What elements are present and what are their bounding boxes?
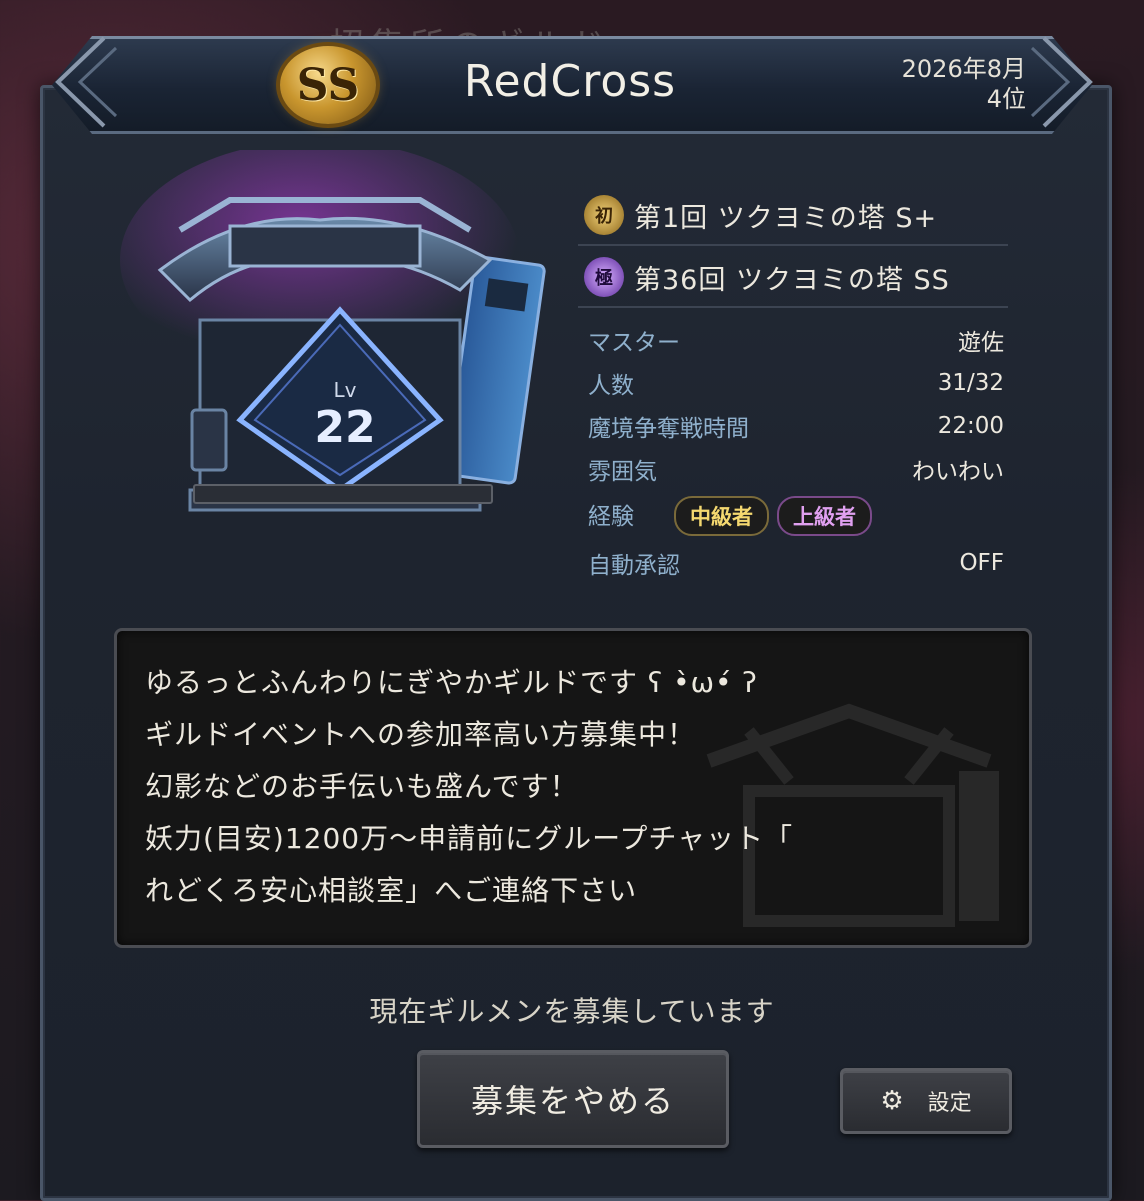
info-label: 雰囲気 xyxy=(588,459,657,485)
banner-right-ornament xyxy=(1030,36,1093,128)
emblem-watermark-icon xyxy=(706,703,999,927)
info-label: 魔境争奪戦時間 xyxy=(588,416,749,442)
info-value: わいわい xyxy=(912,459,1004,485)
level-exp-bar xyxy=(193,484,493,504)
info-value: OFF xyxy=(959,550,1004,576)
info-label: 経験 xyxy=(588,504,634,530)
info-row-auto-approve: 自動承認 OFF xyxy=(588,543,1004,583)
stop-recruiting-label: 募集をやめる xyxy=(470,1082,675,1120)
tower-record-text: 第36回 ツクヨミの塔 SS xyxy=(634,264,950,296)
level-value: 22 xyxy=(314,401,376,453)
info-row-atmosphere: 雰囲気 わいわい xyxy=(588,449,1004,489)
tower-record-1: 初 第1回 ツクヨミの塔 S+ xyxy=(578,186,1008,246)
settings-button[interactable]: ⚙ 設定 xyxy=(840,1068,1012,1134)
recruitment-status: 現在ギルメンを募集しています xyxy=(369,995,775,1028)
level-label: Lv xyxy=(333,377,357,402)
ranking-position: 4位 xyxy=(986,85,1026,113)
description-line: れどくろ安心相談室」へご連絡下さい xyxy=(145,874,638,907)
info-label: 人数 xyxy=(588,373,634,399)
experience-tags: 中級者 上級者 xyxy=(674,496,872,536)
settings-label: 設定 xyxy=(927,1091,972,1116)
gear-icon: ⚙ xyxy=(880,1086,904,1116)
experience-tag-advanced: 上級者 xyxy=(777,496,872,536)
guild-level: Lv 22 xyxy=(250,345,440,485)
tower-record-gold-icon: 初 xyxy=(584,195,624,235)
info-row-members: 人数 31/32 xyxy=(588,363,1004,403)
guild-name: RedCross xyxy=(463,56,677,107)
description-line: 妖力(目安)1200万〜申請前にグループチャット「 xyxy=(145,822,794,855)
ranking-info: 2026年8月 4位 xyxy=(902,54,1026,114)
tower-record-2: 極 第36回 ツクヨミの塔 SS xyxy=(578,248,1008,308)
info-value: 22:00 xyxy=(937,413,1004,439)
info-label: 自動承認 xyxy=(588,553,680,579)
experience-tag-intermediate: 中級者 xyxy=(674,496,769,536)
info-row-master: マスター 遊佐 xyxy=(588,320,1004,360)
tower-record-text: 第1回 ツクヨミの塔 S+ xyxy=(634,202,938,234)
info-value: 遊佐 xyxy=(958,330,1004,356)
rank-badge-icon: SS xyxy=(280,46,376,124)
description-line: ゆるっとふんわりにぎやかギルドです ʕ •̀ω•́ ʔ xyxy=(145,666,758,699)
tower-record-purple-icon: 極 xyxy=(584,257,624,297)
stop-recruiting-button[interactable]: 募集をやめる xyxy=(417,1050,729,1148)
ranking-month: 2026年8月 xyxy=(901,55,1026,83)
banner-left-ornament xyxy=(55,36,118,128)
info-label: マスター xyxy=(588,330,680,356)
info-row-battle-time: 魔境争奪戦時間 22:00 xyxy=(588,406,1004,446)
guild-description: ゆるっとふんわりにぎやかギルドです ʕ •̀ω•́ ʔ ギルドイベントへの参加率… xyxy=(114,628,1032,948)
description-line: ギルドイベントへの参加率高い方募集中！ xyxy=(145,718,697,751)
description-line: 幻影などのお手伝いも盛んです！ xyxy=(145,770,579,803)
info-value: 31/32 xyxy=(937,370,1004,396)
